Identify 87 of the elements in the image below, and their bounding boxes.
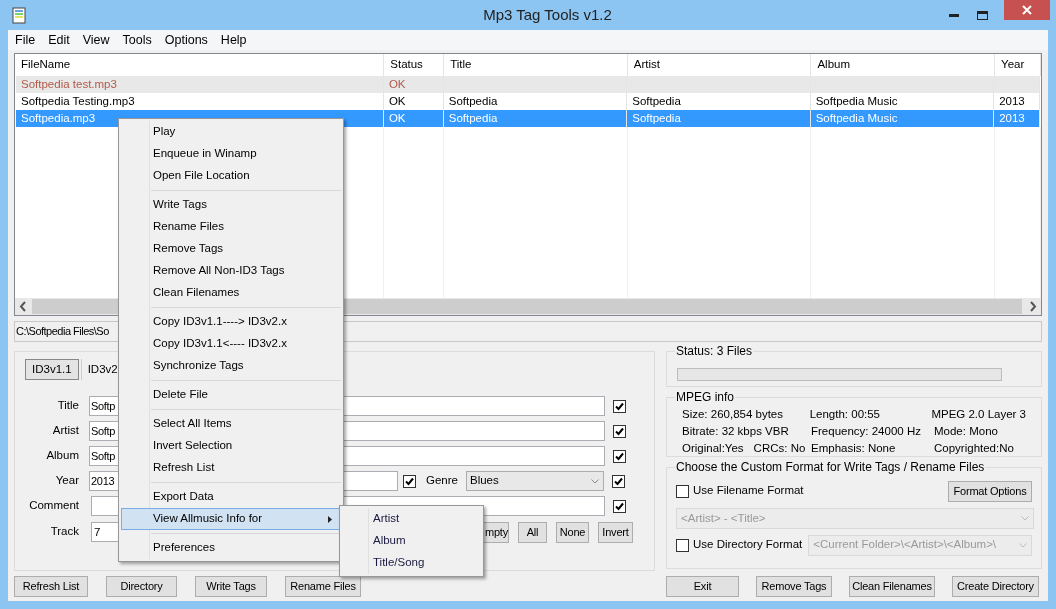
app-icon bbox=[12, 6, 26, 24]
field-label: Year bbox=[54, 473, 79, 489]
checkbox[interactable] bbox=[613, 399, 626, 413]
info-text: Emphasis: None bbox=[811, 440, 897, 456]
table-cell: OK bbox=[388, 95, 406, 107]
menu-item[interactable]: Synchronize Tags bbox=[121, 355, 341, 377]
push-button[interactable]: mpty bbox=[482, 521, 509, 543]
menu-item[interactable]: Rename Files bbox=[121, 216, 341, 238]
menu-item[interactable]: Remove All Non-ID3 Tags bbox=[121, 260, 341, 282]
field-label: Genre bbox=[426, 473, 459, 489]
push-button[interactable]: Invert bbox=[598, 521, 633, 543]
push-button[interactable]: Rename Files bbox=[285, 576, 361, 597]
checkbox[interactable] bbox=[612, 474, 625, 488]
genre-dropdown[interactable]: Blues bbox=[466, 471, 604, 491]
info-text: MPEG 2.0 Layer 3 bbox=[931, 406, 1026, 422]
info-text: Size: 260,854 bytes bbox=[682, 406, 783, 422]
push-button[interactable]: Remove Tags bbox=[756, 576, 832, 597]
table-cell: 2013 bbox=[999, 112, 1025, 124]
menu-item[interactable]: File bbox=[15, 30, 36, 50]
table-cell: Softpedia bbox=[448, 112, 498, 124]
menu-item[interactable]: Write Tags bbox=[121, 194, 341, 216]
field-label: Album bbox=[45, 448, 79, 464]
info-text: Mode: Mono bbox=[934, 423, 998, 439]
menu-item[interactable]: Album bbox=[340, 530, 483, 552]
checkbox-label: Use Directory Format bbox=[693, 537, 803, 553]
push-button[interactable]: None bbox=[556, 521, 589, 543]
table-cell: Softpedia Music bbox=[815, 95, 898, 107]
close-icon bbox=[1022, 5, 1032, 15]
field-label: Track bbox=[49, 524, 79, 540]
checkbox[interactable] bbox=[403, 474, 416, 488]
info-text: Bitrate: 32 kbps VBR bbox=[682, 423, 789, 439]
menu-item[interactable]: Title/Song bbox=[340, 552, 483, 574]
table-cell: Softpedia bbox=[632, 112, 681, 124]
maximize-icon[interactable] bbox=[977, 10, 988, 20]
menu-item[interactable]: Enqueue in Winamp bbox=[121, 143, 341, 165]
info-text: Frequency: 24000 Hz bbox=[811, 423, 922, 439]
table-cell: 2013 bbox=[999, 95, 1025, 107]
info-text: Copyrighted:No bbox=[934, 440, 1014, 456]
push-button[interactable]: Clean Filenames bbox=[849, 576, 935, 597]
menu-item[interactable]: Options bbox=[164, 30, 208, 50]
field-label: Artist bbox=[51, 423, 79, 439]
menu-item[interactable]: Edit bbox=[48, 30, 70, 50]
menu-item[interactable]: View Allmusic Info for bbox=[121, 508, 341, 530]
menu-item[interactable]: View bbox=[82, 30, 110, 50]
menu-item[interactable]: Tools bbox=[122, 30, 152, 50]
table-cell: Softpedia Music bbox=[815, 112, 898, 124]
info-text: Length: 00:55 bbox=[809, 406, 881, 422]
menu-item[interactable]: Export Data bbox=[121, 486, 341, 508]
info-text: CRCs: No bbox=[753, 440, 806, 456]
group-title: MPEG info bbox=[675, 390, 736, 404]
table-cell: Softpedia bbox=[632, 95, 681, 107]
group-title: Status: 3 Files bbox=[675, 344, 754, 358]
table-cell: OK bbox=[388, 78, 406, 90]
submenu-arrow-icon bbox=[328, 515, 332, 523]
info-text: Original:Yes bbox=[682, 440, 744, 456]
table-cell: Softpedia Testing.mp3 bbox=[21, 95, 135, 107]
file-row[interactable]: Softpedia test.mp3 OK bbox=[16, 76, 1040, 93]
chevron-down-icon bbox=[591, 478, 599, 484]
close-button[interactable] bbox=[1004, 0, 1050, 20]
table-cell: Softpedia test.mp3 bbox=[21, 78, 117, 90]
push-button[interactable]: Write Tags bbox=[195, 576, 267, 597]
menu-item[interactable]: Remove Tags bbox=[121, 238, 341, 260]
checkbox[interactable] bbox=[613, 424, 626, 438]
checkbox[interactable] bbox=[613, 499, 626, 513]
menu-item[interactable]: Help bbox=[220, 30, 247, 50]
push-button[interactable]: Refresh List bbox=[14, 576, 88, 597]
group-title: Choose the Custom Format for Write Tags / Rename Files bbox=[675, 460, 986, 474]
field-label: Comment bbox=[28, 498, 79, 514]
push-button[interactable]: All bbox=[518, 521, 547, 543]
menu-item[interactable]: Artist bbox=[340, 508, 483, 530]
chevron-down-icon bbox=[1019, 542, 1027, 548]
checkbox[interactable] bbox=[613, 449, 626, 463]
tab[interactable]: ID3v1.1 bbox=[25, 359, 79, 380]
push-button[interactable]: Format Options bbox=[948, 480, 1032, 502]
push-button[interactable]: Exit bbox=[666, 576, 739, 597]
minimize-icon[interactable] bbox=[949, 13, 959, 17]
window-title: Mp3 Tag Tools v1.2 bbox=[482, 4, 613, 25]
table-cell: Softpedia.mp3 bbox=[21, 112, 96, 124]
push-button[interactable]: Directory bbox=[106, 576, 177, 597]
field-label: Title bbox=[56, 398, 79, 414]
chevron-down-icon bbox=[1021, 516, 1029, 521]
menu-item[interactable]: Open File Location bbox=[121, 165, 341, 187]
menu-item[interactable]: Clean Filenames bbox=[121, 282, 341, 304]
table-cell: Softpedia bbox=[448, 95, 498, 107]
push-button[interactable]: Create Directory bbox=[952, 576, 1039, 597]
checkbox-label: Use Filename Format bbox=[693, 483, 804, 499]
table-cell: OK bbox=[388, 112, 406, 124]
